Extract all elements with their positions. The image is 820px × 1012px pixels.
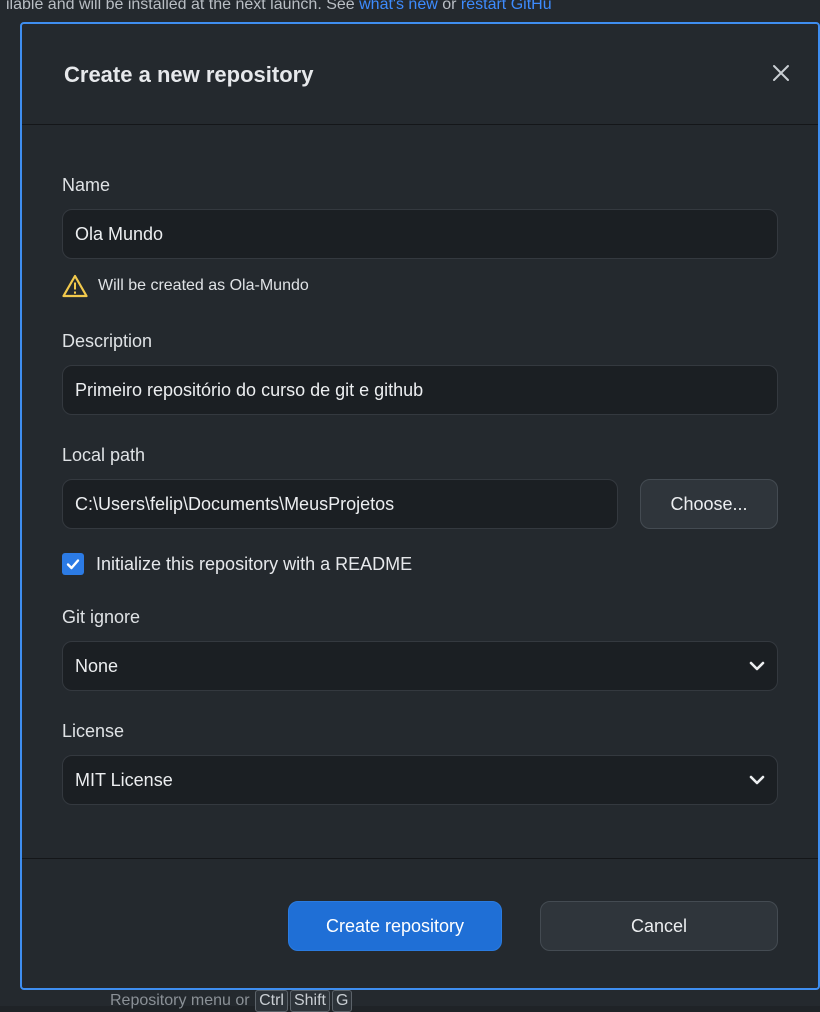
banner-text: ilable and will be installed at the next… bbox=[6, 0, 360, 13]
name-warning: Will be created as Ola-Mundo bbox=[62, 271, 778, 301]
hint-text: Repository menu or bbox=[110, 992, 255, 1009]
choose-button[interactable]: Choose... bbox=[640, 479, 778, 529]
update-banner: ilable and will be installed at the next… bbox=[0, 0, 820, 22]
local-path-label: Local path bbox=[62, 445, 146, 465]
local-path-input[interactable] bbox=[62, 479, 618, 529]
name-label: Name bbox=[62, 175, 111, 195]
dialog-title: Create a new repository bbox=[64, 62, 314, 87]
name-input[interactable] bbox=[62, 209, 778, 259]
create-repository-button[interactable]: Create repository bbox=[288, 901, 502, 951]
description-input[interactable] bbox=[62, 365, 778, 415]
dialog-body: Name Will be created as Ola-Mundo Descri… bbox=[22, 125, 818, 805]
license-value: MIT License bbox=[75, 769, 173, 790]
banner-or: or bbox=[437, 0, 461, 13]
chevron-down-icon bbox=[749, 775, 765, 785]
description-label: Description bbox=[62, 331, 153, 351]
readme-checkbox[interactable] bbox=[62, 553, 84, 575]
restart-link[interactable]: restart GitHu bbox=[461, 0, 552, 13]
kbd-ctrl: Ctrl bbox=[255, 990, 288, 1012]
chevron-down-icon bbox=[749, 661, 765, 671]
dialog-header: Create a new repository bbox=[22, 24, 818, 125]
checkmark-icon bbox=[66, 559, 80, 570]
dialog-footer: Create repository Cancel bbox=[22, 858, 818, 989]
gitignore-label: Git ignore bbox=[62, 607, 141, 627]
create-repository-dialog: Create a new repository Name Will be cre… bbox=[20, 22, 820, 990]
readme-label[interactable]: Initialize this repository with a README bbox=[96, 554, 412, 575]
warning-text: Will be created as Ola-Mundo bbox=[98, 277, 309, 294]
cancel-button[interactable]: Cancel bbox=[540, 901, 778, 951]
local-path-row: Choose... bbox=[62, 479, 778, 529]
gitignore-value: None bbox=[75, 655, 119, 676]
kbd-shift: Shift bbox=[289, 990, 330, 1012]
license-label: License bbox=[62, 721, 125, 741]
warning-icon bbox=[62, 274, 88, 298]
close-icon bbox=[773, 65, 789, 81]
close-button[interactable] bbox=[766, 58, 796, 88]
kbd-g: G bbox=[331, 990, 353, 1012]
readme-option: Initialize this repository with a README bbox=[62, 549, 778, 579]
license-select[interactable]: MIT License bbox=[62, 755, 778, 805]
gitignore-select[interactable]: None bbox=[62, 641, 778, 691]
whats-new-link[interactable]: what's new bbox=[359, 0, 438, 13]
background-hint: Repository menu or Ctrl Shift G bbox=[110, 990, 353, 1012]
